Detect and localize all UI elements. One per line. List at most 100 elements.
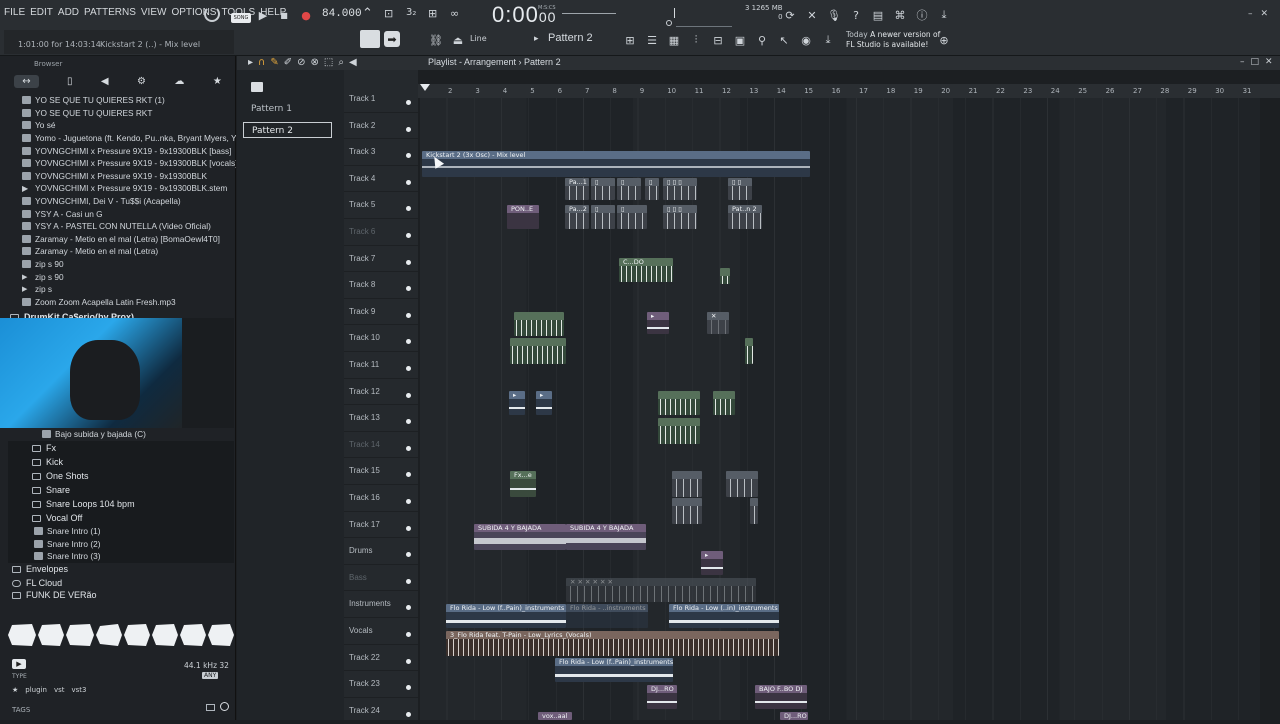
metronome-icon[interactable]: ⌃	[362, 6, 373, 21]
stamp-icon[interactable]: ⏏	[450, 32, 466, 48]
minimize-icon[interactable]: –	[1240, 57, 1245, 67]
list-item[interactable]: YOVNGCHIMI, Dei V - Tu$$i (Acapella)	[0, 195, 236, 208]
list-item[interactable]: YOVNGCHIMI x Pressure 9X19 - 9x19300BLK …	[0, 144, 236, 157]
list-item[interactable]: Snare Intro (2)	[8, 538, 234, 551]
tempo-display[interactable]: 84.000	[322, 8, 362, 20]
audio-clip[interactable]: ▸	[536, 391, 552, 415]
folder-kick[interactable]: Kick	[8, 455, 234, 469]
plugin-picker-icon[interactable]: ⚲	[754, 32, 770, 48]
audio-clip[interactable]: 3_Flo Rida feat. T-Pain - Low_Lyrics_(Vo…	[446, 631, 779, 656]
list-item[interactable]: Zoom Zoom Acapella Latin Fresh.mp3	[0, 296, 236, 309]
track-header[interactable]: Track 15	[344, 458, 418, 485]
track-header[interactable]: Bass	[344, 565, 418, 592]
pattern-clip[interactable]	[750, 498, 758, 524]
track-enable-icon[interactable]	[406, 312, 411, 318]
audio-clip[interactable]	[514, 312, 564, 336]
track-enable-icon[interactable]	[406, 685, 411, 691]
folder-fl-cloud[interactable]: FL Cloud	[8, 576, 234, 590]
close-icon[interactable]: ✕	[1265, 57, 1273, 67]
menu-add[interactable]: ADD	[58, 7, 79, 18]
audio-clip[interactable]: Flo Rida - ..instruments	[566, 604, 648, 628]
list-item[interactable]: zip s 90	[0, 258, 236, 271]
mute-tool-icon[interactable]: ⊘	[297, 57, 305, 68]
track-enable-icon[interactable]	[406, 206, 411, 212]
audio-clip[interactable]: Flo Rida - Low (..in)_instruments	[669, 604, 779, 628]
audio-clip[interactable]: Fx...e	[510, 471, 536, 497]
info-icon[interactable]: ⓘ	[914, 7, 930, 23]
countdown-icon[interactable]: 3₂	[406, 7, 416, 18]
track-header[interactable]: Track 11	[344, 352, 418, 379]
list-item[interactable]: Yo sé	[0, 119, 236, 132]
pattern-clip[interactable]: ▯ ▯ ▯	[663, 178, 697, 200]
audio-clip[interactable]: DJ...RO	[780, 712, 808, 720]
track-enable-icon[interactable]	[406, 499, 411, 504]
list-item[interactable]: Zaramay - Metio en el mal (Letra) [BomaO…	[0, 233, 236, 246]
brush-icon[interactable]: ✐	[284, 57, 292, 68]
sample-preview-waveform[interactable]	[8, 622, 234, 648]
audio-clip[interactable]	[713, 391, 735, 415]
tag-plugin[interactable]: plugin	[25, 686, 47, 694]
folder-fx[interactable]: Fx	[8, 441, 234, 455]
track-header[interactable]: Track 8	[344, 272, 418, 299]
maximize-icon[interactable]: □	[1251, 57, 1260, 67]
folder-vocal-off[interactable]: Vocal Off	[8, 511, 234, 525]
pattern-selector[interactable]: Pattern 2	[548, 32, 593, 44]
audio-clip[interactable]: DJ...RO	[647, 685, 677, 709]
track-header[interactable]: Track 22	[344, 645, 418, 672]
star-icon[interactable]: ★	[12, 686, 18, 694]
list-item[interactable]: YO SE QUE TU QUIERES RKT (1)	[0, 94, 236, 107]
touch-keyboard-icon[interactable]: ↖	[776, 32, 792, 48]
any-filter-badge[interactable]: ANY	[202, 672, 219, 679]
blend-notes-icon[interactable]: ⊞	[428, 7, 437, 20]
audio-clip[interactable]: ▸	[647, 312, 669, 334]
news-panel[interactable]: Today A newer version of FL Studio is ava…	[846, 30, 940, 50]
track-header[interactable]: Track 3	[344, 139, 418, 166]
loop-record-icon[interactable]: ∞	[450, 7, 459, 20]
audio-clip[interactable]	[658, 391, 700, 415]
track-enable-icon[interactable]	[406, 100, 411, 105]
cpu-knob-icon[interactable]	[204, 6, 220, 22]
pattern-item-2[interactable]: Pattern 2	[243, 122, 332, 138]
pattern-prev-icon[interactable]: ▸	[534, 34, 539, 44]
select-icon[interactable]: ⬚	[324, 57, 333, 68]
list-item[interactable]: YOVNGCHIMI x Pressure 9X19 - 9x19300BLK …	[0, 157, 236, 170]
song-mode-toggle[interactable]: SONG	[231, 13, 251, 23]
plugin-icon[interactable]: ⌘	[892, 7, 908, 23]
browser-tab-plugins-icon[interactable]: ◀	[101, 76, 109, 87]
pattern-clip[interactable]: ▯ ▯	[728, 178, 752, 200]
track-enable-icon[interactable]	[406, 233, 411, 238]
list-item[interactable]: Snare Intro (3)	[8, 550, 234, 563]
browser-tab-favorites-icon[interactable]: ★	[213, 76, 222, 87]
audio-clip[interactable]: PON..E	[507, 205, 539, 229]
pattern-clip[interactable]: Pa...2	[565, 205, 589, 229]
snap-toggle[interactable]	[360, 30, 380, 48]
pattern-clip[interactable]: ▯	[591, 205, 615, 229]
list-item[interactable]: Zaramay - Metio en el mal (Letra)	[0, 245, 236, 258]
track-enable-icon[interactable]	[406, 445, 411, 451]
track-enable-icon[interactable]	[406, 179, 411, 185]
mixer-icon[interactable]: ⫶	[688, 32, 704, 48]
list-item[interactable]: YSY A - Casi un G	[0, 207, 236, 220]
menu-patterns[interactable]: PATTERNS	[84, 7, 136, 18]
list-item[interactable]: Snare Intro (1)	[8, 525, 234, 538]
pattern-item-1[interactable]: Pattern 1	[243, 101, 332, 117]
track-enable-icon[interactable]	[406, 392, 411, 398]
menu-edit[interactable]: EDIT	[30, 7, 53, 18]
list-item[interactable]: Yomo - Juguetona (ft. Kendo, Pu..nka, Br…	[0, 132, 236, 145]
audio-clip[interactable]: SUBIDA 4 Y BAJADA	[566, 524, 646, 550]
cpu-icon[interactable]: ⟳	[782, 7, 798, 23]
pattern-clip[interactable]	[726, 471, 758, 497]
download-icon-2[interactable]: ⤓	[820, 32, 836, 48]
audio-clip[interactable]: Kickstart 2 (3x Osc) - Mix level	[422, 151, 810, 177]
audio-clip[interactable]: Flo Rida - Low (f..Pain)_instruments	[446, 604, 566, 628]
list-item[interactable]: ▶ zip s	[0, 283, 236, 296]
audio-clip[interactable]: C...DO	[619, 258, 673, 282]
track-header[interactable]: Track 12	[344, 379, 418, 406]
master-pitch-slider[interactable]	[562, 13, 616, 14]
track-header[interactable]: Track 16	[344, 485, 418, 512]
track-header[interactable]: Track 17	[344, 512, 418, 539]
menu-view[interactable]: VIEW	[141, 7, 167, 18]
folder-icon[interactable]	[206, 704, 215, 711]
pattern-clip[interactable]: ▯	[645, 178, 659, 200]
pattern-clip[interactable]: ▯	[617, 205, 647, 229]
